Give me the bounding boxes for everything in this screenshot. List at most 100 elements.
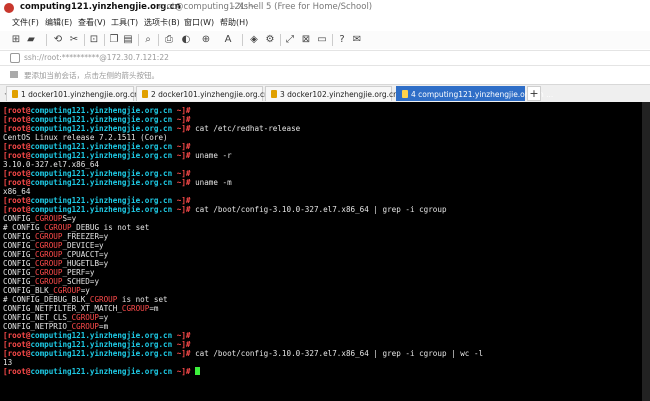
command-text bbox=[191, 169, 196, 178]
terminal-line: CONFIG_CGROUP_CPUACCT=y bbox=[3, 250, 483, 259]
prompt-host: computing121.yinzhengjie.org.cn bbox=[30, 340, 173, 349]
chat-icon[interactable]: ✉ bbox=[351, 34, 363, 46]
output-text: _DEVICE=y bbox=[62, 241, 104, 250]
paste-icon[interactable]: ▤ bbox=[122, 34, 134, 46]
prompt-bracket: ]# bbox=[181, 340, 191, 349]
address-bar[interactable]: ssh://root:**********@172.30.7.121:22 bbox=[0, 50, 650, 65]
match-highlight: CGROUP bbox=[35, 250, 63, 259]
prompt-bracket: ]# bbox=[181, 106, 191, 115]
output-text: _DEBUG is not set bbox=[71, 223, 150, 232]
terminal-line: CONFIG_CGROUP_PERF=y bbox=[3, 268, 483, 277]
terminal-line: [root@computing121.yinzhengjie.org.cn ~]… bbox=[3, 196, 483, 205]
output-text: CONFIG_NETPRIO_ bbox=[3, 322, 72, 331]
prompt-bracket: ]# bbox=[181, 169, 191, 178]
terminal-line: [root@computing121.yinzhengjie.org.cn ~]… bbox=[3, 349, 483, 358]
menu-tab[interactable]: 选项卡(B) bbox=[144, 17, 180, 28]
prompt-user: root bbox=[7, 196, 26, 205]
toolbar-separator bbox=[158, 34, 159, 46]
session-hint-icon[interactable] bbox=[10, 71, 18, 78]
match-highlight: CGROUP bbox=[35, 214, 63, 223]
tab-computing121[interactable]: 4 computing121.yinzhengjie.org.cn ... bbox=[396, 86, 553, 101]
output-text: CONFIG_ bbox=[3, 241, 36, 250]
find-icon[interactable]: ⌕ bbox=[142, 34, 154, 46]
open-folder-icon[interactable]: ▰ bbox=[25, 34, 37, 46]
output-text: =m bbox=[149, 304, 159, 313]
tab-docker101-1[interactable]: 1 docker101.yinzhengjie.org.cn bbox=[6, 86, 139, 101]
match-highlight: CGROUP bbox=[71, 322, 100, 331]
script-icon[interactable]: ⚙ bbox=[264, 34, 276, 46]
output-text: is not set bbox=[117, 295, 168, 304]
terminal-scrollbar[interactable] bbox=[642, 102, 650, 401]
reconnect-icon[interactable]: ⟲ bbox=[52, 34, 64, 46]
terminal-line: CONFIG_NETFILTER_XT_MATCH_CGROUP=m bbox=[3, 304, 483, 313]
toolbar-separator bbox=[138, 34, 139, 46]
menu-help[interactable]: 帮助(H) bbox=[220, 17, 248, 28]
menu-window[interactable]: 窗口(W) bbox=[184, 17, 214, 28]
prompt-bracket: ]# bbox=[181, 205, 191, 214]
prompt-host: computing121.yinzhengjie.org.cn bbox=[30, 151, 173, 160]
prompt-user: root bbox=[7, 124, 26, 133]
terminal-output[interactable]: [root@computing121.yinzhengjie.org.cn ~]… bbox=[3, 106, 483, 376]
match-highlight: CGROUP bbox=[121, 304, 150, 313]
terminal-cursor bbox=[195, 367, 201, 375]
output-text: x86_64 bbox=[3, 187, 31, 196]
prompt-bracket: ]# bbox=[181, 331, 191, 340]
globe-icon[interactable]: ⊕ bbox=[200, 34, 212, 46]
terminal-line: [root@computing121.yinzhengjie.org.cn ~]… bbox=[3, 340, 483, 349]
lock-icon[interactable]: ⊠ bbox=[300, 34, 312, 46]
output-text: _FREEZER=y bbox=[62, 232, 109, 241]
terminal-line: [root@computing121.yinzhengjie.org.cn ~]… bbox=[3, 151, 483, 160]
terminal-line: CONFIG_CGROUP_DEVICE=y bbox=[3, 241, 483, 250]
output-text: 3.10.0-327.el7.x86_64 bbox=[3, 160, 100, 169]
print-icon[interactable]: ⎙ bbox=[163, 34, 175, 46]
output-text: _SCHED=y bbox=[62, 277, 100, 286]
terminal-line: CentOS Linux release 7.2.1511 (Core) bbox=[3, 133, 483, 142]
prompt-host: computing121.yinzhengjie.org.cn bbox=[30, 115, 173, 124]
terminal-line: [root@computing121.yinzhengjie.org.cn ~]… bbox=[3, 178, 483, 187]
add-tab-button[interactable]: + bbox=[527, 86, 541, 101]
prompt-bracket: ]# bbox=[181, 124, 191, 133]
command-text bbox=[191, 331, 196, 340]
tab-docker101-2[interactable]: 2 docker101.yinzhengjie.org.cn bbox=[136, 86, 269, 101]
prompt-user: root bbox=[7, 115, 26, 124]
terminal-line: # CONFIG_CGROUP_DEBUG is not set bbox=[3, 223, 483, 232]
properties-icon[interactable]: ⊡ bbox=[88, 34, 100, 46]
prompt-user: root bbox=[7, 178, 26, 187]
prompt-user: root bbox=[7, 169, 26, 178]
terminal-line: CONFIG_CGROUP_HUGETLB=y bbox=[3, 259, 483, 268]
terminal-line: [root@computing121.yinzhengjie.org.cn ~]… bbox=[3, 331, 483, 340]
prompt-host: computing121.yinzhengjie.org.cn bbox=[30, 196, 173, 205]
toolbar: ⊞ ▰ ⟲ ✂ ⊡ ❐ ▤ ⌕ ⎙ ◐ ⊕ A ◈ ⚙ ⤢ ⊠ ▭ ? ✉ bbox=[0, 31, 650, 49]
match-highlight: CGROUP bbox=[35, 268, 63, 277]
terminal-line: CONFIG_CGROUPS=y bbox=[3, 214, 483, 223]
terminal[interactable]: [root@computing121.yinzhengjie.org.cn ~]… bbox=[0, 102, 650, 401]
copy-icon[interactable]: ❐ bbox=[108, 34, 120, 46]
disconnect-icon[interactable]: ✂ bbox=[68, 34, 80, 46]
terminal-line: [root@computing121.yinzhengjie.org.cn ~]… bbox=[3, 115, 483, 124]
command-text: uname -m bbox=[190, 178, 232, 187]
menu-view[interactable]: 查看(V) bbox=[78, 17, 106, 28]
title-bar: computing121.yinzhengjie.org.cn root@com… bbox=[0, 0, 650, 16]
new-session-icon[interactable]: ⊞ bbox=[10, 34, 22, 46]
window-title: computing121.yinzhengjie.org.cn bbox=[20, 2, 181, 12]
match-highlight: CGROUP bbox=[53, 286, 81, 295]
font-icon[interactable]: A bbox=[222, 34, 234, 46]
menu-file[interactable]: 文件(F) bbox=[12, 17, 39, 28]
prompt-host: computing121.yinzhengjie.org.cn bbox=[30, 106, 173, 115]
session-icon bbox=[402, 90, 408, 98]
keyboard-icon[interactable]: ▭ bbox=[316, 34, 328, 46]
menu-edit[interactable]: 编辑(E) bbox=[45, 17, 72, 28]
color-scheme-icon[interactable]: ◐ bbox=[180, 34, 192, 46]
session-icon bbox=[142, 90, 148, 98]
tab-docker102[interactable]: 3 docker102.yinzhengjie.org.cn bbox=[265, 86, 398, 101]
xftp-icon[interactable]: ◈ bbox=[248, 34, 260, 46]
prompt-host: computing121.yinzhengjie.org.cn bbox=[30, 169, 173, 178]
prompt-user: root bbox=[7, 205, 26, 214]
menu-tools[interactable]: 工具(T) bbox=[111, 17, 138, 28]
terminal-line: [root@computing121.yinzhengjie.org.cn ~]… bbox=[3, 124, 483, 133]
fullscreen-icon[interactable]: ⤢ bbox=[284, 34, 296, 46]
menu-bar: 文件(F) 编辑(E) 查看(V) 工具(T) 选项卡(B) 窗口(W) 帮助(… bbox=[0, 16, 650, 30]
output-text: CONFIG_ bbox=[3, 268, 36, 277]
help-icon[interactable]: ? bbox=[336, 34, 348, 46]
address-text[interactable]: ssh://root:**********@172.30.7.121:22 bbox=[24, 53, 169, 62]
